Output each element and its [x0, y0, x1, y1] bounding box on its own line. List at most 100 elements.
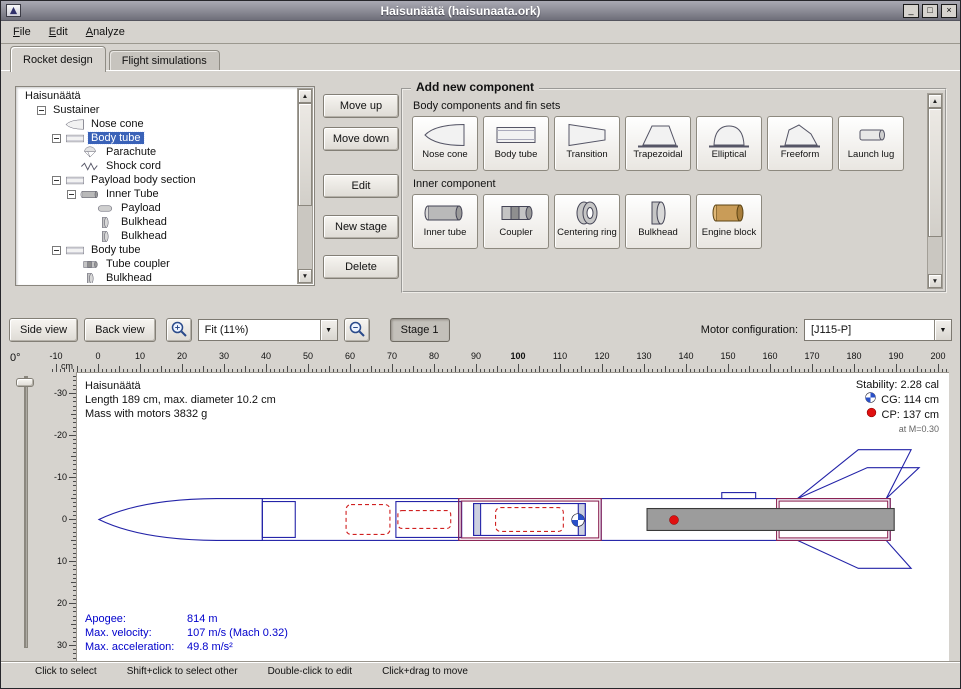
innertube-icon	[423, 199, 467, 227]
scrollbar-track[interactable]	[298, 103, 312, 269]
zoom-in-button[interactable]	[166, 318, 192, 342]
scroll-down-button[interactable]: ▼	[298, 269, 312, 283]
scroll-down-button[interactable]: ▼	[928, 274, 942, 288]
magnifier-plus-icon	[170, 320, 188, 341]
zoom-out-button[interactable]	[344, 318, 370, 342]
ruler-number: 100	[510, 351, 525, 361]
chevron-down-icon[interactable]: ▼	[320, 320, 337, 340]
add-launch-lug-button[interactable]: Launch lug	[838, 116, 904, 171]
ruler-tick	[602, 364, 603, 372]
chevron-down-icon[interactable]: ▼	[934, 320, 951, 340]
add-coupler-button[interactable]: Coupler	[483, 194, 549, 249]
ruler-number: 90	[471, 351, 481, 361]
close-button[interactable]: ×	[941, 4, 957, 18]
rotation-slider-track[interactable]	[24, 376, 28, 648]
flight-stat-row: Max. velocity:107 m/s (Mach 0.32)	[85, 626, 288, 640]
rocket-drawing-area[interactable]: Haisunäätä Length 189 cm, max. diameter …	[76, 372, 949, 662]
scroll-up-button[interactable]: ▲	[928, 94, 942, 108]
add-inner-tube-button[interactable]: Inner tube	[412, 194, 478, 249]
minimize-button[interactable]: _	[903, 4, 919, 18]
scrollbar-thumb[interactable]	[928, 108, 942, 237]
tree-item-tube-coupler[interactable]: Tube coupler	[19, 257, 295, 271]
ruler-number: 180	[846, 351, 861, 361]
stage-1-toggle[interactable]: Stage 1	[390, 318, 450, 342]
zoom-combobox[interactable]: Fit (11%) ▼	[198, 319, 338, 341]
tree-item-sustainer[interactable]: Sustainer	[19, 103, 295, 117]
tree-item-bulkhead[interactable]: Bulkhead	[19, 271, 295, 283]
maximize-button[interactable]: □	[922, 4, 938, 18]
ruler-tick	[938, 364, 939, 372]
scroll-up-button[interactable]: ▲	[298, 89, 312, 103]
hint-text: Double-click to edit	[268, 666, 352, 677]
move-down-button[interactable]: Move down	[323, 127, 399, 151]
scrollbar-thumb[interactable]	[298, 103, 312, 206]
tree-item-label: Bulkhead	[103, 272, 155, 283]
tab-flight-simulations[interactable]: Flight simulations	[109, 50, 220, 71]
add-component-content: Body components and fin setsNose coneBod…	[412, 97, 921, 288]
tree-item-label: Sustainer	[50, 104, 102, 116]
add-bulkhead-button[interactable]: Bulkhead	[625, 194, 691, 249]
component-button-row: Inner tubeCoupler Centering ring BulkheadE…	[412, 194, 921, 249]
tree-expander-icon[interactable]	[37, 106, 46, 115]
edit-button[interactable]: Edit	[323, 174, 399, 198]
menubar: FileEditAnalyze	[1, 21, 960, 44]
add-trapezoidal-button[interactable]: Trapezoidal	[625, 116, 691, 171]
stability-info: Stability: 2.28 cal CG: 114 cm CP: 137 c…	[856, 378, 939, 436]
tree-item-bulkhead[interactable]: Bulkhead	[19, 215, 295, 229]
ruler-tick	[476, 364, 477, 372]
add-panel-scrollbar[interactable]: ▲ ▼	[927, 93, 943, 289]
tree-item-nose-cone[interactable]: Nose cone	[19, 117, 295, 131]
ruler-number: 0	[95, 351, 100, 361]
component-button-label: Centering ring	[557, 228, 617, 239]
add-nose-cone-button[interactable]: Nose cone	[412, 116, 478, 171]
tree-scrollbar[interactable]: ▲ ▼	[297, 88, 313, 284]
split-divider[interactable]	[1, 302, 960, 312]
rocket-mass: Mass with motors 3832 g	[85, 407, 276, 421]
tree-item-shock-cord[interactable]: Shock cord	[19, 159, 295, 173]
centeringring-icon	[565, 199, 609, 227]
component-tree-panel: HaisunäätäSustainerNose coneBody tubePar…	[15, 86, 315, 286]
add-elliptical-button[interactable]: Elliptical	[696, 116, 762, 171]
rotation-slider-thumb[interactable]	[16, 378, 34, 387]
cg-value: CG: 114 cm	[881, 393, 939, 407]
back-view-button[interactable]: Back view	[84, 318, 156, 342]
ruler-tick	[69, 393, 76, 394]
tree-item-payload[interactable]: Payload	[19, 201, 295, 215]
tree-item-payload-body-section[interactable]: Payload body section	[19, 173, 295, 187]
tree-expander-icon[interactable]	[52, 134, 61, 143]
add-freeform-button[interactable]: Freeform	[767, 116, 833, 171]
side-view-button[interactable]: Side view	[9, 318, 78, 342]
menu-analyze[interactable]: Analyze	[77, 21, 134, 43]
ruler-tick	[266, 364, 267, 372]
menu-edit[interactable]: Edit	[40, 21, 77, 43]
ruler-tick	[140, 364, 141, 372]
scrollbar-track[interactable]	[928, 108, 942, 274]
tree-expander-icon[interactable]	[67, 190, 76, 199]
move-up-button[interactable]: Move up	[323, 94, 399, 118]
add-centering-ring-button[interactable]: Centering ring	[554, 194, 620, 249]
ruler-tick	[69, 519, 76, 520]
add-body-tube-button[interactable]: Body tube	[483, 116, 549, 171]
delete-button[interactable]: Delete	[323, 255, 399, 279]
ruler-tick	[350, 364, 351, 372]
tree-item-parachute[interactable]: Parachute	[19, 145, 295, 159]
tab-rocket-design[interactable]: Rocket design	[10, 46, 106, 72]
tree-item-inner-tube[interactable]: Inner Tube	[19, 187, 295, 201]
tree-item-label: Bulkhead	[118, 216, 170, 228]
add-transition-button[interactable]: Transition	[554, 116, 620, 171]
ruler-tick	[308, 364, 309, 372]
add-engine-block-button[interactable]: Engine block	[696, 194, 762, 249]
tree-item-haisun-t[interactable]: Haisunäätä	[19, 89, 295, 103]
tab-strip: Rocket design Flight simulations	[1, 44, 960, 71]
tree-expander-icon[interactable]	[52, 176, 61, 185]
tree-item-body-tube[interactable]: Body tube	[19, 131, 295, 145]
cp-icon	[866, 407, 877, 422]
tree-expander-icon[interactable]	[52, 246, 61, 255]
new-stage-button[interactable]: New stage	[323, 215, 399, 239]
tree-item-bulkhead[interactable]: Bulkhead	[19, 229, 295, 243]
hint-text: Click to select	[35, 666, 97, 677]
motor-configuration-combobox[interactable]: [J115-P] ▼	[804, 319, 952, 341]
tree-item-body-tube[interactable]: Body tube	[19, 243, 295, 257]
ruler-tick	[854, 364, 855, 372]
menu-file[interactable]: File	[4, 21, 40, 43]
